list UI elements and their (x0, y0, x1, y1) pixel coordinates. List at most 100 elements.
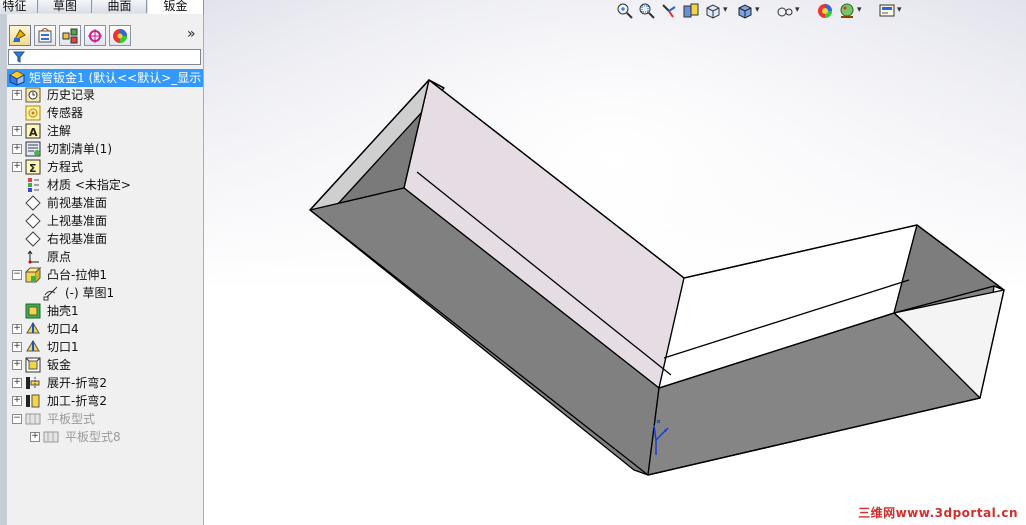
tree-node[interactable]: 抽壳1 (7, 302, 203, 320)
tab-0[interactable]: 特征 (0, 0, 38, 13)
tree-node-label: 切割清单(1) (47, 142, 112, 156)
tree-node[interactable]: + 展开-折弯2 (7, 374, 203, 392)
model-viewport (204, 0, 1026, 525)
expand-toggle-icon[interactable]: + (30, 432, 40, 442)
tree-node-label: 平板型式 (47, 412, 96, 426)
tree-node[interactable]: + Σ 方程式 (7, 158, 203, 176)
rip-icon (25, 321, 41, 337)
feature-manager-icon[interactable] (9, 25, 31, 46)
tree-node-label: 右视基准面 (47, 232, 108, 246)
tree-node[interactable]: + 加工-折弯2 (7, 392, 203, 410)
tree-node[interactable]: − 凸台-拉伸1 (7, 266, 203, 284)
previous-view-icon[interactable] (660, 2, 678, 20)
expand-toggle-icon[interactable]: + (12, 342, 22, 352)
tree-node-label: 抽壳1 (47, 304, 79, 318)
expand-toggle-icon[interactable]: + (12, 360, 22, 370)
flat-pattern-icon (43, 429, 59, 445)
tree-filter-input[interactable] (8, 49, 201, 65)
plane-icon (25, 213, 41, 229)
expand-toggle-icon[interactable]: + (12, 324, 22, 334)
display-style-icon[interactable] (736, 2, 754, 20)
tree-node[interactable]: 右视基准面 (7, 230, 203, 248)
tree-node-label: (-) 草图1 (65, 286, 115, 300)
tree-node-label: 钣金 (47, 358, 72, 372)
tree-node[interactable]: + A 注解 (7, 122, 203, 140)
tree-node-label: 传感器 (47, 106, 84, 120)
tab-2[interactable]: 曲面 (93, 0, 147, 13)
tree-node-label: 切口1 (47, 340, 79, 354)
annotation-icon: A (25, 123, 41, 139)
tab-1[interactable]: 草图 (39, 0, 92, 13)
zoom-to-area-icon[interactable] (638, 2, 656, 20)
configuration-manager-icon[interactable] (59, 25, 81, 46)
tree-node-label: 历史记录 (47, 88, 96, 102)
tree-node-label: 原点 (47, 250, 72, 264)
expand-toggle-icon[interactable]: + (12, 90, 22, 100)
origin-icon (25, 249, 41, 265)
cut-list-icon (25, 141, 41, 157)
boss-extrude-icon (24, 266, 42, 283)
watermark-text: 三维网www.3dportal.cn (858, 506, 1018, 520)
tree-node[interactable]: − 平板型式 (7, 410, 203, 428)
tree-node[interactable]: 传感器 (7, 104, 203, 122)
sensor-icon (25, 105, 41, 121)
tree-node[interactable]: + 平板型式8 (7, 428, 203, 446)
apply-scene-icon[interactable] (838, 2, 856, 20)
expand-toggle-icon[interactable]: + (12, 396, 22, 406)
tree-node[interactable]: + 钣金 (7, 356, 203, 374)
tree-node-label: 平板型式8 (65, 430, 121, 444)
tree-node[interactable]: + 切口4 (7, 320, 203, 338)
expand-toggle-icon[interactable]: + (12, 126, 22, 136)
tree-node[interactable]: (-) 草图1 (7, 284, 203, 302)
zoom-to-fit-icon[interactable] (616, 2, 634, 20)
dropdown-arrow-icon[interactable]: ▾ (755, 5, 760, 15)
tree-node[interactable]: 上视基准面 (7, 212, 203, 230)
property-manager-icon[interactable] (34, 25, 56, 46)
tree-node[interactable]: 材质 <未指定> (7, 176, 203, 194)
expand-toggle-icon[interactable]: + (12, 162, 22, 172)
section-view-icon[interactable] (682, 2, 700, 20)
collapse-panel-button[interactable]: » (187, 26, 196, 42)
tree-node[interactable]: + 切口1 (7, 338, 203, 356)
tree-root-part[interactable]: 矩管钣金1 (默认<<默认>_显示 (7, 69, 203, 87)
view-orientation-icon[interactable] (704, 2, 722, 20)
flat-pattern-icon (25, 411, 41, 427)
dropdown-arrow-icon[interactable]: ▾ (857, 5, 862, 15)
collapse-toggle-icon[interactable]: − (12, 414, 22, 424)
hide-show-items-icon[interactable] (776, 2, 794, 20)
sketch-icon (43, 285, 59, 301)
dimxpert-manager-icon[interactable] (84, 25, 106, 46)
flatten-bends-icon (25, 375, 41, 391)
graphics-area[interactable]: ▾ ▾ ▾ ▾ ▾ 三维网www.3dportal.cn (204, 0, 1026, 525)
plane-icon (25, 231, 41, 247)
tab-3[interactable]: 钣金 (148, 0, 204, 14)
svg-text:A: A (29, 126, 38, 139)
tree-node-label: 注解 (47, 124, 72, 138)
svg-text:Σ: Σ (29, 162, 37, 175)
equation-icon: Σ (25, 159, 41, 175)
edit-appearance-icon[interactable] (816, 2, 834, 20)
tree-node-label: 切口4 (47, 322, 79, 336)
dropdown-arrow-icon[interactable]: ▾ (795, 5, 800, 15)
tree-node-label: 材质 <未指定> (47, 178, 131, 192)
dropdown-arrow-icon[interactable]: ▾ (897, 5, 902, 15)
tree-node[interactable]: + 历史记录 (7, 86, 203, 104)
feature-manager-panel: » 矩管钣金1 (默认<<默认>_显示 + 历史记录传感器 + A 注解 + 切割清单(1)… (0, 14, 210, 525)
tree-node[interactable]: + 切割清单(1) (7, 140, 203, 158)
tree-node-label: 上视基准面 (47, 214, 108, 228)
tree-node-label: 凸台-拉伸1 (47, 268, 107, 282)
collapse-toggle-icon[interactable]: − (12, 270, 22, 280)
expand-toggle-icon[interactable]: + (12, 378, 22, 388)
manager-tabs-toolbar: » (7, 24, 203, 48)
display-manager-icon[interactable] (109, 25, 131, 46)
history-icon (25, 87, 41, 103)
expand-toggle-icon[interactable]: + (12, 144, 22, 154)
view-settings-icon[interactable] (878, 2, 896, 20)
dropdown-arrow-icon[interactable]: ▾ (723, 5, 728, 15)
filter-icon (13, 51, 25, 63)
process-bends-icon (25, 393, 41, 409)
tree-node[interactable]: 前视基准面 (7, 194, 203, 212)
tree-node[interactable]: 原点 (7, 248, 203, 266)
tree-node-label: 前视基准面 (47, 196, 108, 210)
shell-icon (25, 303, 41, 319)
